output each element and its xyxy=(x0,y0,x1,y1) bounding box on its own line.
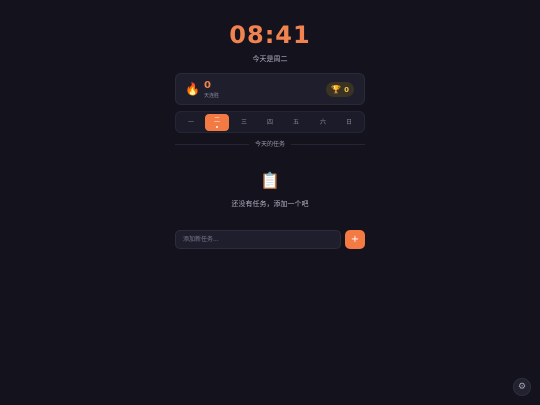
app-screen: 08:41 今天是周二 🔥 0 天连胜 🏆 0 一 二 三 四 五 六 日 今天… xyxy=(0,0,540,405)
settings-button[interactable]: ⚙ xyxy=(513,378,531,396)
new-task-input[interactable] xyxy=(175,230,341,249)
trophy-count: 0 xyxy=(344,85,349,94)
day-label: 六 xyxy=(319,119,326,126)
day-button-fri[interactable]: 五 xyxy=(284,114,308,131)
day-button-sun[interactable]: 日 xyxy=(337,114,361,131)
trophy-badge: 🏆 0 xyxy=(326,82,354,97)
divider-line-right xyxy=(291,144,365,145)
day-label: 四 xyxy=(266,119,273,126)
fire-icon: 🔥 xyxy=(185,82,200,96)
today-dot xyxy=(216,126,218,128)
day-label: 三 xyxy=(240,119,247,126)
today-label: 今天是周二 xyxy=(252,55,288,63)
day-label: 二 xyxy=(213,117,220,124)
empty-state-text: 还没有任务，添加一个吧 xyxy=(231,200,309,208)
day-label: 五 xyxy=(292,119,299,126)
streak-label: 天连胜 xyxy=(204,93,220,99)
streak-count: 0 xyxy=(204,80,211,91)
add-task-button[interactable]: + xyxy=(345,230,365,249)
day-button-mon[interactable]: 一 xyxy=(179,114,203,131)
day-button-tue[interactable]: 二 xyxy=(205,114,229,131)
streak-card: 🔥 0 天连胜 🏆 0 xyxy=(175,73,365,105)
gear-icon: ⚙ xyxy=(517,382,527,392)
day-button-thu[interactable]: 四 xyxy=(258,114,282,131)
trophy-icon: 🏆 xyxy=(331,84,342,94)
tasks-section-header: 今天的任务 xyxy=(175,140,365,150)
day-button-wed[interactable]: 三 xyxy=(232,114,256,131)
day-label: 日 xyxy=(345,119,352,126)
section-title: 今天的任务 xyxy=(254,141,285,148)
day-button-sat[interactable]: 六 xyxy=(311,114,335,131)
clock-time: 08:41 xyxy=(229,21,311,49)
week-day-selector: 一 二 三 四 五 六 日 xyxy=(175,111,365,133)
day-label: 一 xyxy=(187,119,194,126)
clipboard-icon: 📋 xyxy=(260,171,280,190)
